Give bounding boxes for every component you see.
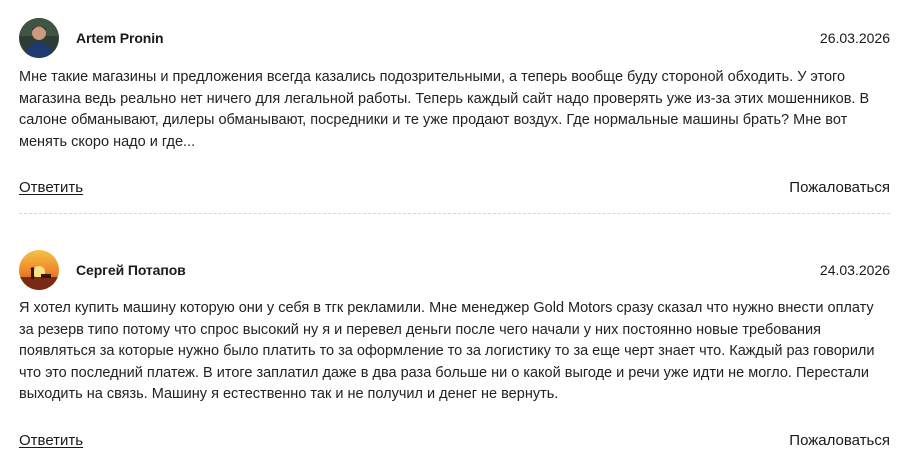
report-link[interactable]: Пожаловаться: [789, 179, 890, 196]
reply-link[interactable]: Ответить: [19, 432, 83, 449]
avatar: [19, 250, 59, 290]
avatar: [19, 18, 59, 58]
comment-divider: [19, 213, 890, 214]
comment-header: Сергей Потапов 24.03.2026: [19, 250, 890, 290]
comment-item: Сергей Потапов 24.03.2026 Я хотел купить…: [19, 250, 890, 454]
comment-author: Сергей Потапов: [76, 262, 186, 278]
comment-header: Artem Pronin 26.03.2026: [19, 18, 890, 58]
report-link[interactable]: Пожаловаться: [789, 432, 890, 449]
reply-link[interactable]: Ответить: [19, 179, 83, 196]
avatar-photo: [19, 250, 59, 290]
comment-date: 26.03.2026: [819, 30, 890, 46]
comment-date: 24.03.2026: [819, 262, 890, 278]
avatar-photo: [19, 18, 59, 58]
comment-actions: Ответить Пожаловаться: [19, 179, 890, 201]
comment-actions: Ответить Пожаловаться: [19, 432, 890, 454]
comment-text: Я хотел купить машину которую они у себя…: [19, 300, 875, 402]
comment-item: Artem Pronin 26.03.2026 Мне такие магази…: [19, 18, 890, 201]
comment-text: Мне такие магазины и предложения всегда …: [19, 69, 870, 150]
comment-author: Artem Pronin: [76, 30, 164, 46]
